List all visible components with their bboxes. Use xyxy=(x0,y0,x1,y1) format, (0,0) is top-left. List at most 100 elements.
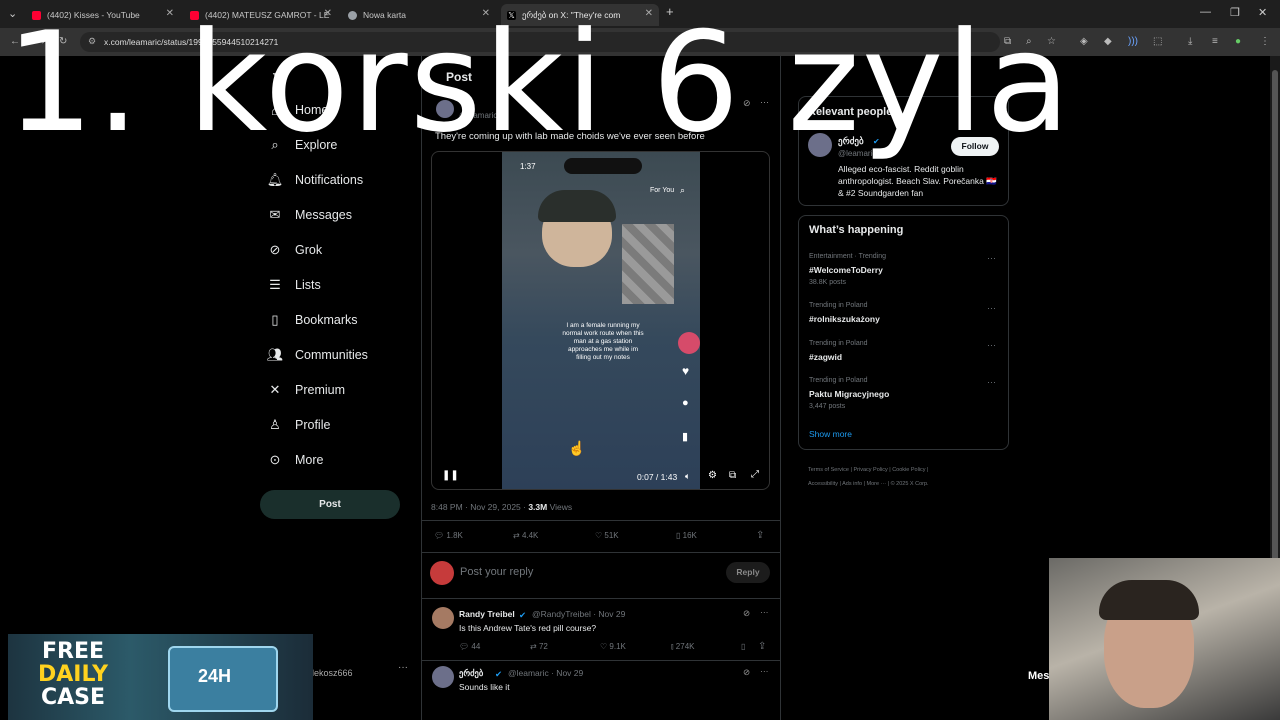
sidebar-item-communities[interactable]: 👥︎ Communities xyxy=(264,343,368,367)
trend-item[interactable]: #zagwid xyxy=(809,352,842,362)
minimize-icon[interactable]: — xyxy=(1200,6,1211,18)
trend-item[interactable]: #rolnikszukażony xyxy=(809,314,880,324)
account-menu-icon[interactable]: ··· xyxy=(398,662,408,673)
more-icon[interactable]: ··· xyxy=(987,340,996,350)
views-action[interactable]: ⫾ 274K xyxy=(671,642,694,652)
zoom-icon[interactable]: ⌕ xyxy=(1026,36,1032,47)
footer-link[interactable]: Accessibility xyxy=(808,481,838,487)
share-icon[interactable]: ⇪ xyxy=(756,530,764,541)
reply-action[interactable]: 💬︎ 44 xyxy=(459,642,480,651)
extension-icon[interactable]: ◈ xyxy=(1080,36,1088,47)
footer-link[interactable]: Cookie Policy xyxy=(892,467,925,473)
reply-author[interactable]: Randy Treibel xyxy=(459,609,515,619)
repost-action[interactable]: ⇄ 72 xyxy=(530,642,548,651)
sidebar-item-notifications[interactable]: 🔔︎ Notifications xyxy=(264,168,363,192)
sidebar-item-premium[interactable]: ✕ Premium xyxy=(264,378,345,402)
avatar[interactable]: ● xyxy=(1235,36,1241,47)
puzzle-icon[interactable]: ⬚ xyxy=(1153,36,1162,47)
messages-drawer[interactable]: Mes xyxy=(1028,670,1049,682)
url-field[interactable]: ⚙ x.com/leamaric/status/1994855944510214… xyxy=(80,32,1000,52)
avatar[interactable] xyxy=(808,133,832,157)
trend-item[interactable]: #WelcomeToDerry xyxy=(809,265,883,275)
browser-tab-2[interactable]: (4402) MATEUSZ GAMROT - LE ✕ xyxy=(184,4,338,26)
repost-action[interactable]: ⇄ 4.4K xyxy=(513,531,538,540)
menu-icon[interactable]: ⋮ xyxy=(1260,36,1270,47)
browser-tab-3[interactable]: Nowa karta ✕ xyxy=(342,4,496,26)
avatar[interactable] xyxy=(436,100,454,118)
footer-link[interactable]: Privacy Policy xyxy=(853,467,887,473)
follow-button[interactable]: Follow xyxy=(951,137,999,156)
more-icon[interactable]: ··· xyxy=(987,303,996,313)
more-icon[interactable]: ··· xyxy=(760,607,769,617)
browser-tab-4[interactable]: 𝕏 ერძებ on X: "They're com ✕ xyxy=(501,4,659,26)
post-button[interactable]: Post xyxy=(260,490,400,519)
account-handle[interactable]: lekosz666 xyxy=(312,668,353,678)
media-icon[interactable]: ≡ xyxy=(1212,36,1218,47)
show-more-link[interactable]: Show more xyxy=(809,429,852,439)
avatar[interactable] xyxy=(432,607,454,629)
pip-icon[interactable]: ⧉ xyxy=(729,470,736,481)
close-icon[interactable]: ✕ xyxy=(645,8,653,19)
install-icon[interactable]: ⧉ xyxy=(1004,36,1011,47)
site-info-icon[interactable]: ⚙ xyxy=(88,36,96,47)
close-icon[interactable]: ✕ xyxy=(482,8,490,19)
reply-handle[interactable]: @leamaric · Nov 29 xyxy=(508,668,583,678)
share-icon[interactable]: ⇪ xyxy=(758,641,766,652)
grok-explain-icon[interactable]: ⊘ xyxy=(743,608,750,619)
beanie-shape xyxy=(538,190,616,222)
close-icon[interactable]: ✕ xyxy=(166,8,174,19)
grok-explain-icon[interactable]: ⊘ xyxy=(743,98,751,109)
window-close-icon[interactable]: ✕ xyxy=(1258,6,1267,19)
reply-handle[interactable]: @RandyTreibel · Nov 29 xyxy=(532,609,625,619)
sidebar-item-more[interactable]: ⊙ More xyxy=(264,448,324,472)
browser-tab-1[interactable]: (4402) Kisses - YouTube ✕ xyxy=(26,4,180,26)
reload-icon[interactable]: ↻ xyxy=(59,36,67,47)
scrollbar-thumb[interactable] xyxy=(1272,70,1278,610)
sidebar-item-grok[interactable]: ⊘ Grok xyxy=(264,238,323,262)
volume-icon[interactable]: 🔈︎ xyxy=(685,471,690,482)
trend-posts: 3,447 posts xyxy=(809,403,846,410)
reply-author[interactable]: ერძებ xyxy=(459,668,483,679)
sidebar-item-bookmarks[interactable]: ▯ Bookmarks xyxy=(264,308,357,332)
x-logo-icon[interactable]: 𝕏 xyxy=(272,70,284,88)
footer-link[interactable]: Ads info xyxy=(842,481,862,487)
like-action[interactable]: ♡ 51K xyxy=(595,531,619,540)
download-icon[interactable]: ⤓ xyxy=(1188,36,1192,47)
trend-item[interactable]: Paktu Migracyjnego xyxy=(809,389,889,399)
reply-button[interactable]: Reply xyxy=(726,562,770,583)
forward-icon[interactable]: → xyxy=(36,36,46,47)
pause-button[interactable]: ❚❚ xyxy=(442,470,459,481)
footer-link[interactable]: Terms of Service xyxy=(808,467,849,473)
author-handle[interactable]: @leamaric xyxy=(459,111,497,120)
like-action[interactable]: ♡ 9.1K xyxy=(600,642,626,651)
sidebar-item-explore[interactable]: ⌕ Explore xyxy=(264,133,337,157)
settings-icon[interactable]: ⚙ xyxy=(708,470,717,481)
sidebar-item-profile[interactable]: ♙ Profile xyxy=(264,413,330,437)
person-handle[interactable]: @leamaric xyxy=(838,149,876,158)
back-icon[interactable]: ← xyxy=(10,36,20,47)
extension-icon[interactable]: ))) xyxy=(1128,36,1138,47)
tab-list-icon[interactable]: ⌄ xyxy=(8,7,17,20)
star-icon[interactable]: ☆ xyxy=(1047,36,1056,47)
more-icon[interactable]: ··· xyxy=(760,97,769,107)
bookmark-icon[interactable]: ▯ xyxy=(741,642,745,651)
more-icon[interactable]: ··· xyxy=(987,377,996,387)
more-icon[interactable]: ··· xyxy=(760,666,769,676)
bookmark-action[interactable]: ▯ 16K xyxy=(676,531,697,540)
more-icon[interactable]: ··· xyxy=(987,253,996,263)
avatar[interactable] xyxy=(432,666,454,688)
reply-input[interactable]: Post your reply xyxy=(460,566,533,578)
sidebar-item-lists[interactable]: ☰ Lists xyxy=(264,273,321,297)
maximize-icon[interactable]: ❐ xyxy=(1230,6,1240,19)
sidebar-item-messages[interactable]: ✉ Messages xyxy=(264,203,352,227)
extension-icon[interactable]: ◆ xyxy=(1104,36,1112,47)
footer-link[interactable]: More ··· xyxy=(867,481,887,487)
new-tab-icon[interactable]: + xyxy=(666,4,674,19)
person-name[interactable]: ერძებ xyxy=(838,136,864,147)
sidebar-item-home[interactable]: ⌂ Home xyxy=(264,98,328,122)
video-player[interactable]: 1:37 For You ⌕ I am a female running my … xyxy=(431,151,770,490)
grok-explain-icon[interactable]: ⊘ xyxy=(743,667,750,678)
close-icon[interactable]: ✕ xyxy=(324,8,332,19)
fullscreen-icon[interactable]: ⤢ xyxy=(751,469,759,480)
reply-action[interactable]: 💬︎ 1.8K xyxy=(434,531,463,540)
